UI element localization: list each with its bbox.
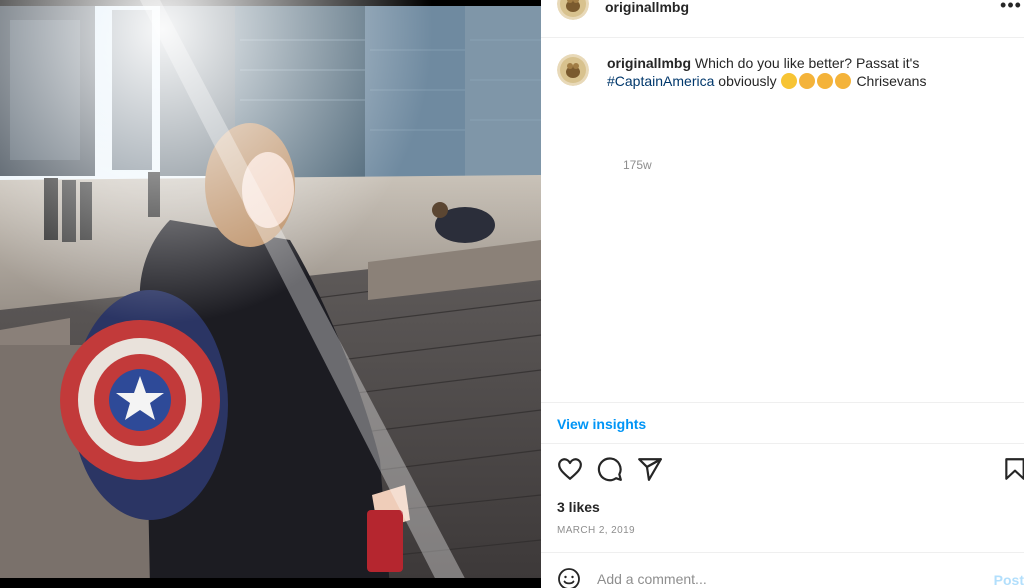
post-photo[interactable] bbox=[0, 0, 541, 588]
post-header: originallmbg ••• bbox=[541, 0, 1024, 38]
more-options-icon[interactable]: ••• bbox=[1000, 0, 1022, 14]
post-comment-button[interactable]: Post bbox=[994, 572, 1024, 588]
hashtag-link[interactable]: #CaptainAmerica bbox=[607, 73, 714, 89]
share-icon[interactable] bbox=[637, 456, 665, 484]
post-date: MARCH 2, 2019 bbox=[557, 525, 636, 536]
author-avatar[interactable] bbox=[557, 0, 589, 20]
heart-icon[interactable] bbox=[557, 456, 585, 484]
insights-bar: View insights bbox=[541, 402, 1024, 444]
rolling-eyes-emoji-icon bbox=[780, 73, 797, 89]
author-username[interactable]: originallmbg bbox=[605, 0, 689, 14]
caption-after-hashtag: obviously bbox=[718, 73, 777, 89]
comment-icon[interactable] bbox=[597, 456, 625, 484]
comment-input[interactable] bbox=[597, 570, 977, 588]
view-insights-link[interactable]: View insights bbox=[557, 416, 646, 432]
caption-username[interactable]: originallmbg bbox=[607, 55, 691, 71]
post-photo-image bbox=[0, 0, 541, 588]
likes-count[interactable]: 3 likes bbox=[557, 499, 600, 515]
heart-eyes-emoji-icon bbox=[834, 73, 851, 89]
caption-avatar[interactable] bbox=[557, 54, 589, 86]
heart-eyes-emoji-icon bbox=[816, 73, 833, 89]
post-side-panel: originallmbg ••• originallmbg Which do y… bbox=[541, 0, 1024, 588]
caption-text: originallmbg Which do you like better? P… bbox=[607, 54, 1007, 90]
heart-eyes-emoji-icon bbox=[798, 73, 815, 89]
action-bar bbox=[541, 456, 1024, 484]
bookmark-icon[interactable] bbox=[1002, 456, 1024, 484]
smiley-icon[interactable] bbox=[557, 567, 581, 588]
caption-time-ago[interactable]: 175w bbox=[623, 158, 652, 172]
caption-end: Chrisevans bbox=[856, 73, 927, 89]
caption-line1: Which do you like better? Passat it's bbox=[694, 55, 920, 71]
comment-bar: Post bbox=[541, 552, 1024, 588]
